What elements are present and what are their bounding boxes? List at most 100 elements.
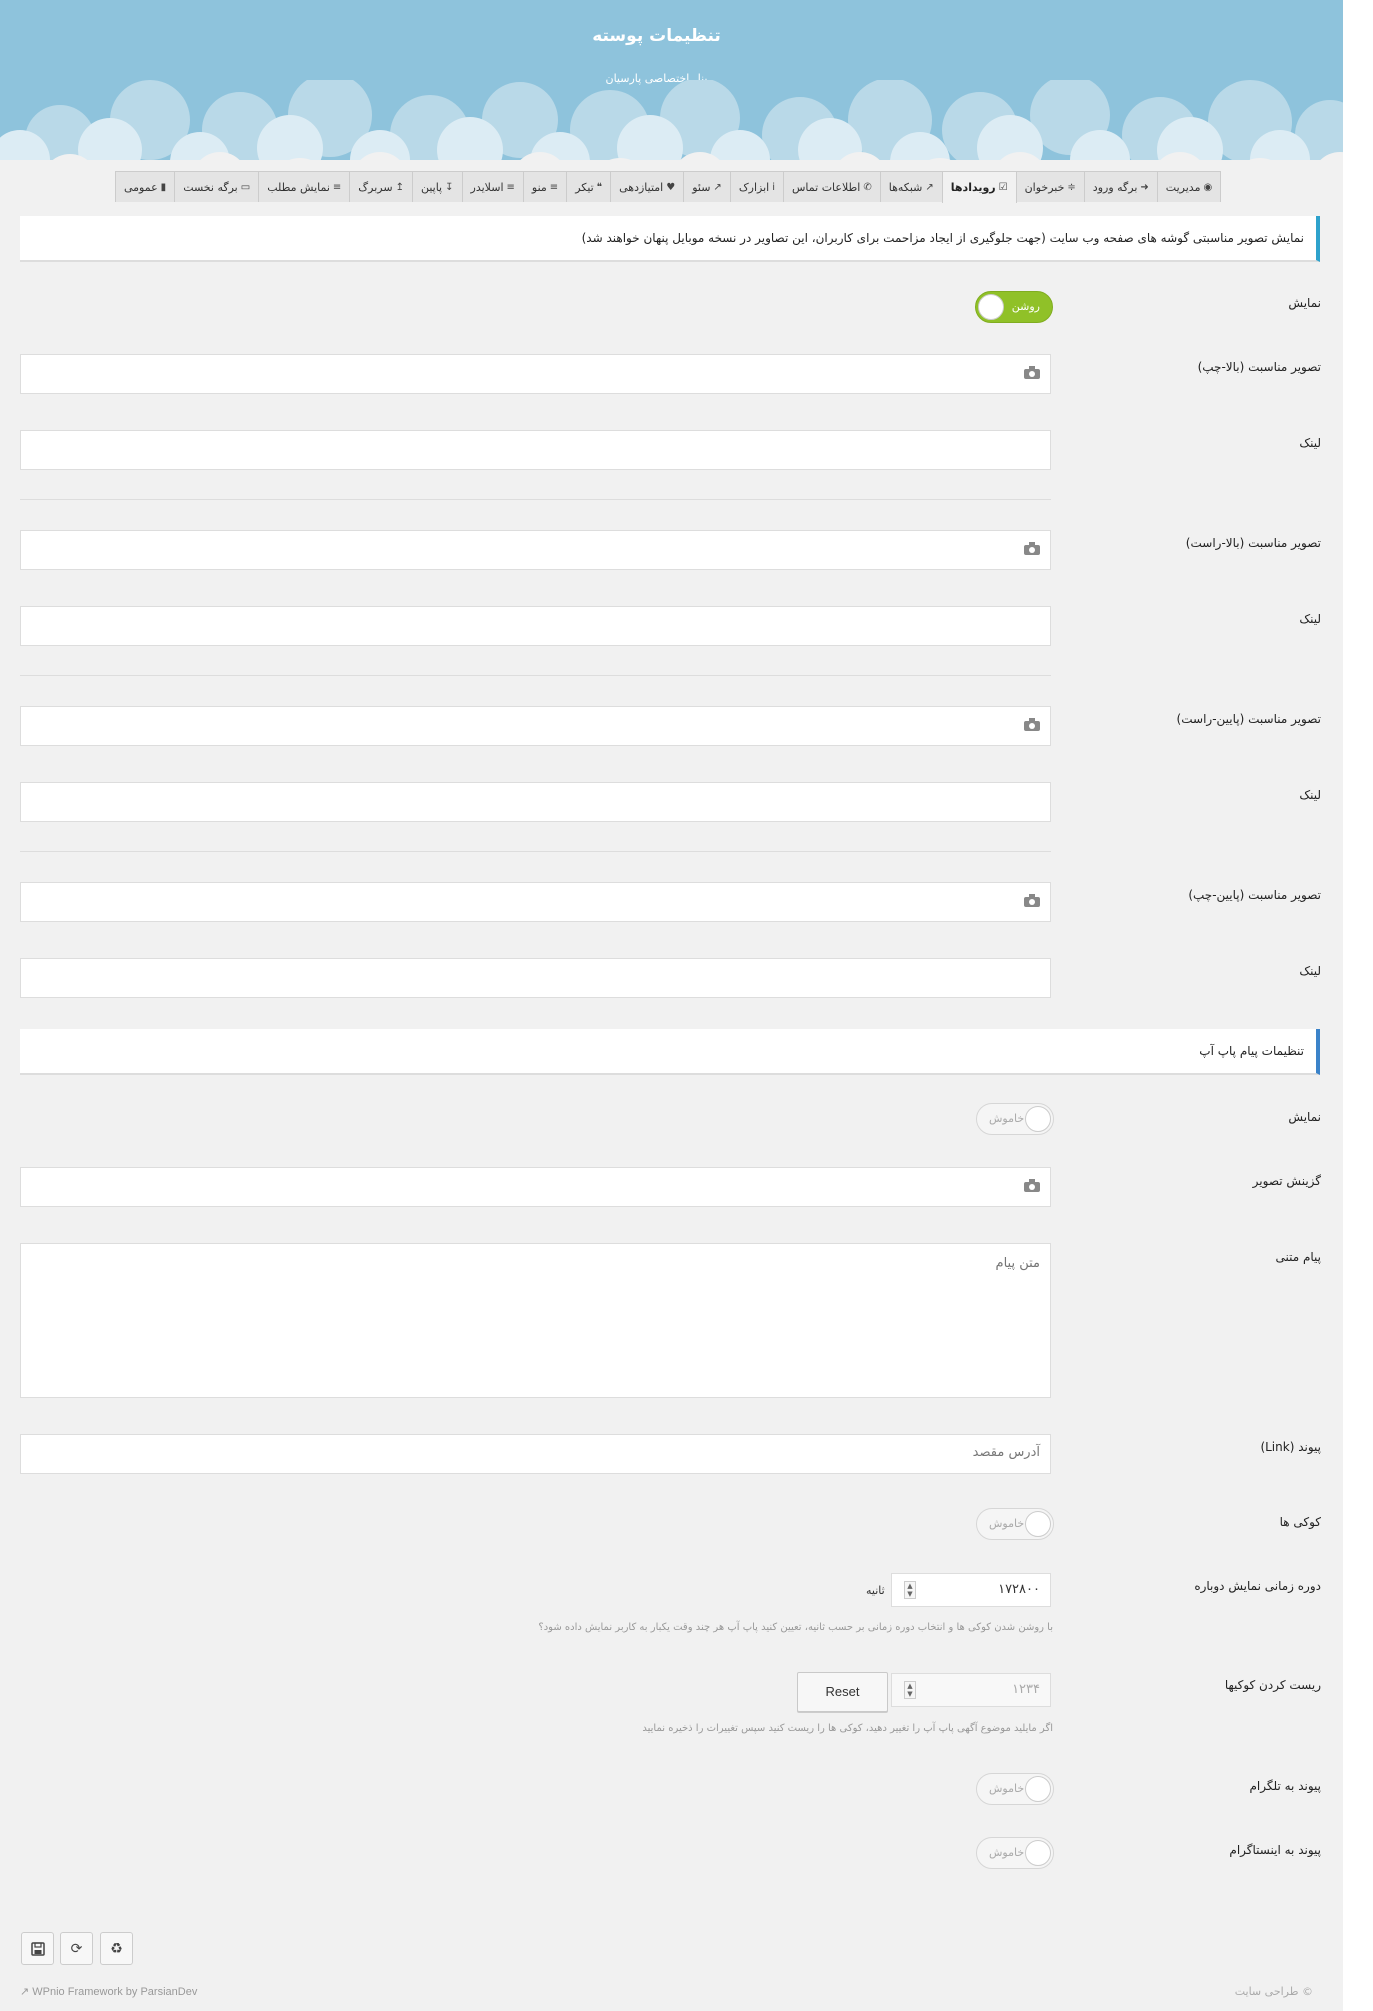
- reset-defaults-button[interactable]: ♻: [100, 1932, 133, 1965]
- popup-message-textarea[interactable]: [20, 1243, 1051, 1398]
- tab-events[interactable]: ☑ رویدادها: [941, 171, 1017, 203]
- divider: [20, 851, 1051, 852]
- arrow-up-icon: ↥: [395, 181, 404, 193]
- camera-icon: [1024, 1179, 1040, 1192]
- corner-images-notice: نمایش تصویر مناسبتی گوشه های صفحه وب سای…: [20, 216, 1320, 262]
- reset-number-input[interactable]: ۱۲۳۴ ▲ ▼: [891, 1673, 1051, 1707]
- period-hint: با روشن شدن کوکی ها و انتخاب دوره زمانی …: [538, 1622, 1053, 1633]
- popup-message-label: پیام متنی: [1275, 1250, 1321, 1264]
- binoculars-icon: ◉: [1203, 181, 1213, 193]
- settings-page: تنظیمات پوسته پنل اختصاصی پارسیان ▮ عموم…: [0, 0, 1343, 2011]
- period-unit: ثانیه: [866, 1584, 885, 1597]
- camera-icon: [1024, 894, 1040, 907]
- corner-show-label: نمایش: [1288, 296, 1321, 310]
- footer-credit[interactable]: ↗ WPnio Framework by ParsianDev: [20, 1985, 197, 1998]
- list-icon: ≡: [332, 181, 342, 193]
- reset-hint: اگر مایلید موضوع آگهی پاپ آپ را تغییر ده…: [642, 1723, 1053, 1734]
- tab-contact-info[interactable]: ✆ اطلاعات تماس: [783, 171, 881, 202]
- telegram-label: پیوند به تلگرام: [1249, 1779, 1321, 1793]
- telegram-toggle[interactable]: خاموش: [976, 1773, 1054, 1805]
- camera-icon: [1024, 718, 1040, 731]
- period-label: دوره زمانی نمایش دوباره: [1194, 1579, 1321, 1593]
- link-label-3: لینک: [1299, 788, 1321, 802]
- tab-management[interactable]: ◉ مدیریت: [1156, 171, 1222, 202]
- recycle-icon: ♻: [110, 1940, 123, 1957]
- img-top-right-field[interactable]: [20, 530, 1051, 570]
- link-label-2: لینک: [1299, 612, 1321, 626]
- tab-general[interactable]: ▮ عمومی: [115, 171, 176, 202]
- sliders-icon: ≡: [506, 181, 515, 193]
- popup-link-label: پیوند (Link): [1260, 1440, 1321, 1454]
- tab-social-networks[interactable]: ↗ شبکه‌ها: [879, 171, 943, 202]
- info-icon: i: [772, 181, 775, 193]
- link-field-3[interactable]: [20, 782, 1051, 822]
- settings-tabs: ▮ عمومی ▭ برگه نخست ≡ نمایش مطلب ↥ سربرگ ↧ پا…: [115, 171, 1222, 203]
- header-banner: تنظیمات پوسته پنل اختصاصی پارسیان: [0, 0, 1343, 160]
- spinner-arrows-icon[interactable]: ▲ ▼: [904, 1681, 916, 1699]
- img-top-right-label: تصویر مناسبت (بالا-راست): [1185, 536, 1321, 550]
- tab-post-display[interactable]: ≡ نمایش مطلب: [258, 171, 351, 202]
- reset-cookies-label: ریست کردن کوکیها: [1224, 1678, 1321, 1692]
- arrow-down-icon: ↧: [445, 181, 454, 193]
- popup-link-input[interactable]: آدرس مقصد: [20, 1434, 1051, 1474]
- instagram-toggle[interactable]: خاموش: [976, 1837, 1054, 1869]
- quote-icon: ❝: [596, 181, 603, 193]
- divider: [20, 499, 1051, 500]
- popup-settings-notice: تنظیمات پیام پاپ آپ: [20, 1029, 1320, 1075]
- book-icon: ▮: [160, 181, 167, 193]
- phone-icon: ✆: [863, 181, 872, 193]
- cookies-toggle[interactable]: خاموش: [976, 1508, 1054, 1540]
- tab-rating[interactable]: ♥ امتیازدهی: [610, 171, 685, 202]
- img-top-left-field[interactable]: [20, 354, 1051, 394]
- img-bottom-right-label: تصویر مناسبت (پایین-راست): [1176, 712, 1321, 726]
- tab-header[interactable]: ↥ سربرگ: [349, 171, 413, 202]
- cookies-label: کوکی ها: [1279, 1515, 1321, 1529]
- footer-copyright: © طراحی سایت: [1234, 1985, 1313, 1998]
- popup-show-label: نمایش: [1288, 1110, 1321, 1124]
- spinner-arrows-icon[interactable]: ▲ ▼: [904, 1581, 916, 1599]
- chart-icon: ↗: [713, 181, 722, 193]
- bars-icon: ≡: [549, 181, 559, 193]
- tab-rss[interactable]: ≑ خبرخوان: [1015, 171, 1085, 202]
- share-icon: ↗: [925, 181, 934, 193]
- link-label-4: لینک: [1299, 964, 1321, 978]
- img-bottom-left-field[interactable]: [20, 882, 1051, 922]
- save-button[interactable]: [21, 1932, 54, 1965]
- popup-show-toggle[interactable]: خاموش: [976, 1103, 1054, 1135]
- tab-menu[interactable]: ≡ منو: [522, 171, 568, 202]
- link-field-4[interactable]: [20, 958, 1051, 998]
- desktop-icon: ▭: [240, 181, 251, 193]
- refresh-icon: ⟳: [70, 1940, 83, 1957]
- link-field-2[interactable]: [20, 606, 1051, 646]
- img-bottom-right-field[interactable]: [20, 706, 1051, 746]
- reset-button[interactable]: Reset: [797, 1672, 888, 1712]
- external-link-icon: ↗: [20, 1986, 30, 1998]
- tab-widget[interactable]: i ابزارک: [729, 171, 784, 202]
- divider: [20, 675, 1051, 676]
- link-field-1[interactable]: [20, 430, 1051, 470]
- link-label-1: لینک: [1299, 436, 1321, 450]
- img-bottom-left-label: تصویر مناسبت (پایین-چپ): [1188, 888, 1321, 902]
- clouds-decoration: [0, 80, 1343, 160]
- tab-ticker[interactable]: ❝ تیکر: [566, 171, 612, 202]
- sign-in-icon: ➜: [1140, 181, 1149, 193]
- tab-home-page[interactable]: ▭ برگه نخست: [174, 171, 260, 202]
- tab-slider[interactable]: ≡ اسلایدر: [461, 171, 524, 202]
- tab-footer[interactable]: ↧ پاپین: [411, 171, 463, 202]
- img-top-left-label: تصویر مناسبت (بالا-چپ): [1197, 360, 1321, 374]
- camera-icon: [1024, 542, 1040, 555]
- tab-login-page[interactable]: ➜ برگه ورود: [1083, 171, 1158, 202]
- reload-button[interactable]: ⟳: [60, 1932, 93, 1965]
- tab-seo[interactable]: ↗ سئو: [683, 171, 731, 202]
- heart-icon: ♥: [666, 181, 676, 193]
- camera-icon: [1024, 366, 1040, 379]
- calendar-icon: ☑: [998, 182, 1008, 193]
- rss-icon: ≑: [1067, 181, 1076, 193]
- popup-image-field[interactable]: [20, 1167, 1051, 1207]
- popup-image-label: گزینش تصویر: [1252, 1174, 1321, 1188]
- period-number-input[interactable]: ۱۷۲۸۰۰ ▲ ▼: [891, 1573, 1051, 1607]
- page-title: تنظیمات پوسته: [592, 26, 721, 46]
- instagram-label: پیوند به اینستاگرام: [1229, 1843, 1321, 1857]
- save-icon: [30, 1941, 45, 1956]
- corner-show-toggle[interactable]: روشن: [975, 291, 1053, 323]
